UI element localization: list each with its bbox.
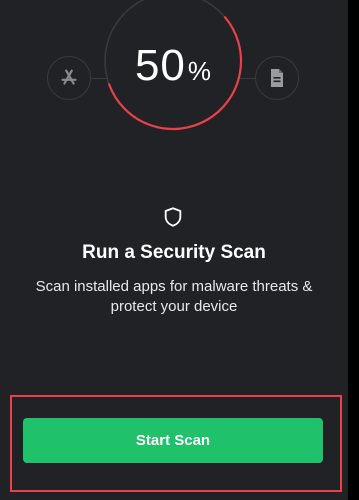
app-store-icon-container (47, 56, 91, 100)
progress-percentage: 50 % (102, 0, 244, 132)
progress-percent-symbol: % (187, 55, 212, 86)
document-icon (271, 69, 283, 87)
start-scan-highlight-box (10, 395, 342, 492)
app-store-icon (61, 69, 77, 85)
progress-number: 50 (134, 41, 186, 90)
scan-title: Run a Security Scan (82, 242, 266, 263)
scan-progress-ring: 50 % (102, 0, 244, 132)
scan-description: Scan installed apps for malware threats … (35, 278, 313, 315)
document-icon-container (255, 56, 299, 100)
shield-icon (164, 207, 182, 227)
